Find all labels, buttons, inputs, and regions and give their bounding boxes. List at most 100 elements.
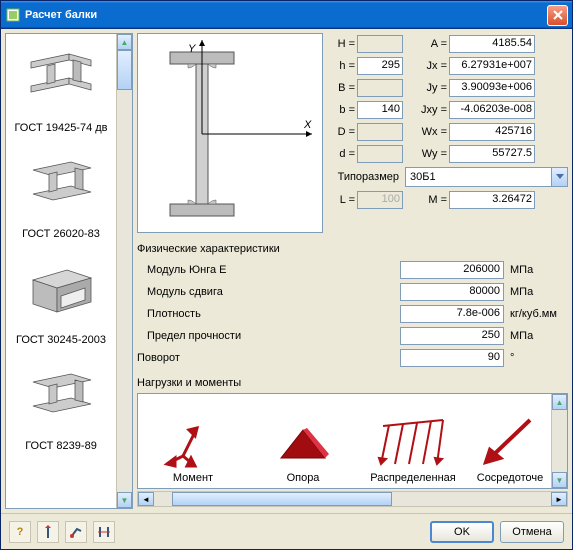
- sidebar-item-1[interactable]: ГОСТ 26020-83: [6, 140, 116, 246]
- sidebar-item-2[interactable]: ГОСТ 30245-2003: [6, 246, 116, 352]
- label-E: Модуль Юнга E: [137, 264, 287, 276]
- upper-section: X Y H = A = 4185.54 h =: [137, 33, 568, 233]
- loads-section: Нагрузки и моменты Момент: [137, 373, 568, 509]
- sidebar-item-3[interactable]: ГОСТ 8239-89: [6, 352, 116, 458]
- titlebar: Расчет балки: [1, 1, 572, 29]
- hscroll-thumb[interactable]: [172, 492, 392, 506]
- sidebar-label-2: ГОСТ 30245-2003: [10, 334, 112, 346]
- profile-thumb-2: [19, 252, 103, 330]
- value-M[interactable]: 3.26472: [449, 191, 535, 209]
- unit-rho: кг/куб.мм: [504, 308, 568, 320]
- label-rho: Плотность: [137, 308, 287, 320]
- cancel-button[interactable]: Отмена: [500, 521, 564, 543]
- svg-text:Y: Y: [188, 43, 196, 55]
- loads-vscroll: ▲ ▼: [551, 394, 567, 488]
- label-H: H =: [327, 38, 357, 50]
- value-Jxy[interactable]: -4.06203e-008: [449, 101, 535, 119]
- value-D[interactable]: [357, 123, 403, 141]
- sidebar-items: ГОСТ 19425-74 дв ГОСТ 26020-83: [6, 34, 116, 508]
- loads-hscroll: ◄ ►: [137, 491, 568, 507]
- label-L: L =: [327, 194, 357, 206]
- scroll-thumb[interactable]: [117, 50, 132, 90]
- value-b[interactable]: 140: [357, 101, 403, 119]
- label-Jx: Jx =: [413, 60, 449, 72]
- label-h: h =: [327, 60, 357, 72]
- label-typo: Типоразмер: [327, 171, 405, 183]
- loads-title: Нагрузки и моменты: [137, 377, 568, 389]
- sidebar-scrollbar: ▲ ▼: [116, 34, 132, 508]
- load-label-0: Момент: [173, 472, 213, 484]
- value-B[interactable]: [357, 79, 403, 97]
- scroll-down-button[interactable]: ▼: [117, 492, 132, 508]
- load-label-3: Сосредоточе: [477, 472, 544, 484]
- unit-E: МПа: [504, 264, 568, 276]
- label-strength: Предел прочности: [137, 330, 287, 342]
- tool-button-2[interactable]: [65, 521, 87, 543]
- value-strength[interactable]: 250: [400, 327, 504, 345]
- close-button[interactable]: [547, 5, 568, 26]
- label-rotation: Поворот: [137, 352, 287, 364]
- physical-section: Физические характеристики Модуль Юнга E …: [137, 239, 568, 369]
- label-Wx: Wx =: [413, 126, 449, 138]
- profile-thumb-3: [19, 358, 103, 436]
- loads-vtrack[interactable]: [552, 410, 567, 472]
- load-item-support[interactable]: Опора: [248, 394, 358, 488]
- value-h[interactable]: 295: [357, 57, 403, 75]
- tool-button-1[interactable]: [37, 521, 59, 543]
- value-rotation[interactable]: 90: [400, 349, 504, 367]
- value-Wx[interactable]: 425716: [449, 123, 535, 141]
- unit-G: МПа: [504, 286, 568, 298]
- loads-list: Момент Опора: [137, 393, 568, 489]
- label-d: d =: [327, 148, 357, 160]
- ok-button[interactable]: OK: [430, 521, 494, 543]
- window-title: Расчет балки: [25, 9, 97, 21]
- app-icon: [5, 7, 21, 23]
- sidebar-label-1: ГОСТ 26020-83: [10, 228, 112, 240]
- loads-scroll-up[interactable]: ▲: [552, 394, 567, 410]
- main-panel: X Y H = A = 4185.54 h =: [137, 33, 568, 509]
- tool-button-3[interactable]: [93, 521, 115, 543]
- parameters-panel: H = A = 4185.54 h = 295 Jx = 6.27931e+00…: [327, 33, 568, 233]
- load-item-moment[interactable]: Момент: [138, 394, 248, 488]
- hscroll-left[interactable]: ◄: [138, 492, 154, 506]
- app-window: Расчет балки: [0, 0, 573, 550]
- sidebar-item-0[interactable]: ГОСТ 19425-74 дв: [6, 34, 116, 140]
- scroll-up-button[interactable]: ▲: [117, 34, 132, 50]
- value-A[interactable]: 4185.54: [449, 35, 535, 53]
- sidebar-label-0: ГОСТ 19425-74 дв: [10, 122, 112, 134]
- cross-section-diagram: X Y: [137, 33, 323, 233]
- value-H[interactable]: [357, 35, 403, 53]
- value-L[interactable]: 100: [357, 191, 403, 209]
- load-item-concentrated[interactable]: Сосредоточе: [468, 394, 551, 488]
- sidebar-label-3: ГОСТ 8239-89: [10, 440, 112, 452]
- scroll-track[interactable]: [117, 50, 132, 492]
- label-Jy: Jy =: [413, 82, 449, 94]
- label-D: D =: [327, 126, 357, 138]
- loads-scroll-down[interactable]: ▼: [552, 472, 567, 488]
- label-Wy: Wy =: [413, 148, 449, 160]
- content-area: ГОСТ 19425-74 дв ГОСТ 26020-83: [1, 29, 572, 513]
- help-button[interactable]: ?: [9, 521, 31, 543]
- hscroll-track[interactable]: [154, 492, 551, 506]
- value-d[interactable]: [357, 145, 403, 163]
- value-Jy[interactable]: 3.90093e+006: [449, 79, 535, 97]
- typo-selected: 30Б1: [406, 171, 551, 183]
- load-item-distributed[interactable]: Распределенная: [358, 394, 468, 488]
- profile-thumb-0: [19, 40, 103, 118]
- profile-thumb-1: [19, 146, 103, 224]
- value-G[interactable]: 80000: [400, 283, 504, 301]
- combo-dropdown-button[interactable]: [551, 168, 567, 186]
- label-B: B =: [327, 82, 357, 94]
- typo-combo[interactable]: 30Б1: [405, 167, 568, 187]
- value-E[interactable]: 206000: [400, 261, 504, 279]
- label-M: M =: [413, 194, 449, 206]
- footer-bar: ? OK Отмена: [1, 513, 572, 549]
- hscroll-right[interactable]: ►: [551, 492, 567, 506]
- label-b: b =: [327, 104, 357, 116]
- unit-strength: МПа: [504, 330, 568, 342]
- value-Wy[interactable]: 55727.5: [449, 145, 535, 163]
- label-Jxy: Jxy =: [413, 104, 449, 116]
- value-Jx[interactable]: 6.27931e+007: [449, 57, 535, 75]
- load-label-2: Распределенная: [370, 472, 455, 484]
- value-rho[interactable]: 7.8e-006: [400, 305, 504, 323]
